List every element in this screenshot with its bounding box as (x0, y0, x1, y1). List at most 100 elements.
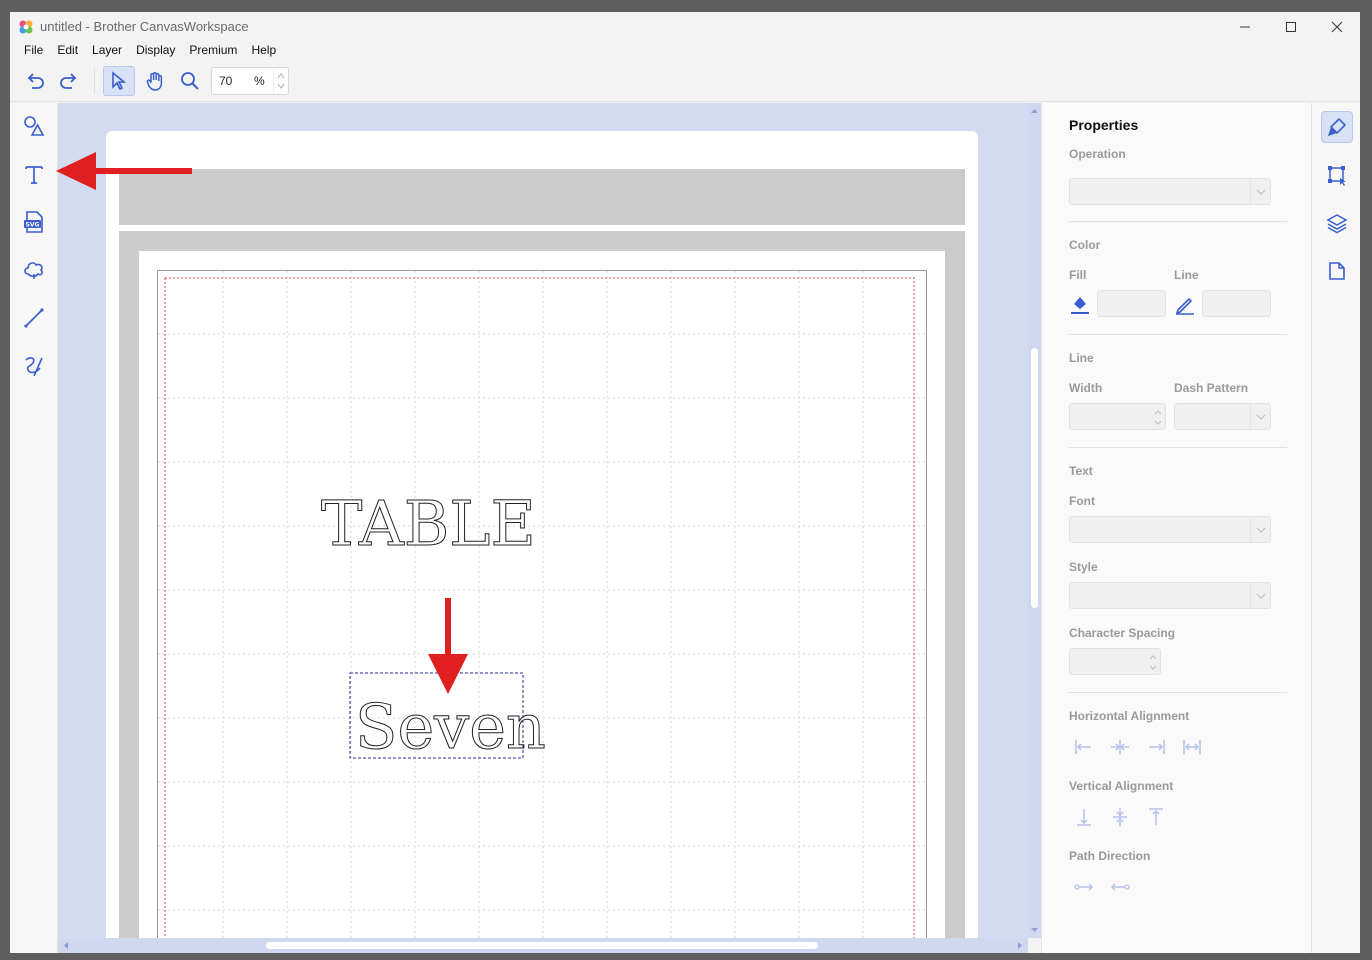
canvas-area[interactable]: TABLE Seven (58, 103, 1028, 938)
properties-tab-button[interactable] (1321, 111, 1353, 143)
line-color-swatch[interactable] (1202, 290, 1271, 317)
valign-top-button[interactable] (1145, 806, 1167, 828)
character-spacing-stepper[interactable] (1069, 648, 1161, 675)
fill-label: Fill (1069, 268, 1087, 282)
zoom-unit: % (254, 74, 265, 88)
chevron-down-icon (1256, 189, 1265, 195)
close-button[interactable] (1314, 12, 1360, 42)
valign-bottom-icon (1077, 809, 1091, 826)
divider (1069, 447, 1287, 448)
divider (1069, 692, 1287, 693)
line-section-label: Line (1069, 351, 1094, 365)
path-direction-reverse-button[interactable] (1109, 876, 1131, 898)
app-window: untitled - Brother CanvasWorkspace File … (10, 12, 1360, 953)
menu-file[interactable]: File (17, 42, 50, 62)
valign-bottom-button[interactable] (1073, 806, 1095, 828)
close-icon (1331, 21, 1343, 33)
dash-pattern-select[interactable] (1174, 403, 1271, 430)
scroll-right-icon[interactable] (1015, 938, 1025, 953)
svg-import-icon: SVG (24, 211, 43, 233)
dash-pattern-label: Dash Pattern (1174, 381, 1249, 395)
align-center-button[interactable] (1109, 736, 1131, 758)
vertical-scroll-thumb[interactable] (1031, 348, 1038, 608)
cloud-shape-tool-button[interactable] (19, 255, 49, 285)
path-direction-forward-button[interactable] (1073, 876, 1095, 898)
scroll-down-icon[interactable] (1028, 925, 1041, 935)
redo-button[interactable] (53, 66, 85, 96)
align-left-button[interactable] (1073, 736, 1095, 758)
operation-label: Operation (1069, 147, 1126, 161)
menu-edit[interactable]: Edit (50, 42, 85, 62)
undo-icon (27, 73, 44, 89)
title-bar: untitled - Brother CanvasWorkspace (10, 12, 1360, 42)
arrow-left-icon (1110, 883, 1130, 891)
minimize-button[interactable] (1222, 12, 1268, 42)
hand-tool-button[interactable] (139, 66, 171, 96)
fill-bucket-button[interactable] (1069, 293, 1091, 315)
menu-bar: File Edit Layer Display Premium Help (10, 42, 1360, 62)
undo-button[interactable] (19, 66, 51, 96)
align-justify-button[interactable] (1181, 736, 1203, 758)
minimize-icon (1240, 26, 1250, 28)
line-width-stepper[interactable] (1069, 403, 1166, 430)
scroll-up-icon[interactable] (1028, 106, 1041, 116)
freehand-icon (25, 357, 43, 377)
hand-icon (146, 72, 163, 91)
menu-premium[interactable]: Premium (182, 42, 244, 62)
menu-help[interactable]: Help (244, 42, 283, 62)
select-tool-button[interactable] (103, 66, 135, 96)
align-left-icon (1075, 740, 1091, 754)
text-tool-button[interactable] (19, 159, 49, 189)
mat-grid: TABLE Seven (158, 271, 926, 938)
layers-icon (1326, 214, 1348, 234)
shapes-tool-button[interactable] (19, 111, 49, 141)
font-select[interactable] (1069, 516, 1271, 543)
shapes-icon (24, 116, 45, 136)
left-toolbar: SVG (10, 103, 58, 953)
fill-color-swatch[interactable] (1097, 290, 1166, 317)
line-tool-button[interactable] (19, 303, 49, 333)
valign-middle-button[interactable] (1109, 806, 1131, 828)
cut-area-boundary (164, 277, 915, 938)
zoom-level-input[interactable]: 70 % (211, 67, 289, 95)
divider (1069, 334, 1287, 335)
align-right-button[interactable] (1145, 736, 1167, 758)
right-toolbar (1311, 103, 1360, 953)
character-spacing-label: Character Spacing (1069, 626, 1176, 640)
cutting-mat[interactable]: TABLE Seven (157, 270, 927, 938)
mat-header-area (119, 169, 965, 225)
chevron-down-icon (1256, 527, 1265, 533)
line-pen-button[interactable] (1174, 293, 1196, 315)
horizontal-scrollbar[interactable] (58, 938, 1028, 953)
zoom-icon (181, 72, 199, 90)
style-select[interactable] (1069, 582, 1271, 609)
zoom-tool-button[interactable] (174, 66, 206, 96)
properties-panel: Properties Operation Color Fill Line Lin… (1041, 103, 1311, 953)
svg-import-button[interactable]: SVG (19, 207, 49, 237)
canvas-text-seven[interactable]: Seven (355, 690, 547, 764)
color-label: Color (1069, 238, 1101, 252)
layers-tab-button[interactable] (1321, 207, 1353, 239)
transform-tab-button[interactable] (1321, 159, 1353, 191)
maximize-button[interactable] (1268, 12, 1314, 42)
properties-title: Properties (1069, 117, 1139, 133)
canvas-text-table[interactable]: TABLE (321, 487, 537, 561)
operation-select[interactable] (1069, 178, 1271, 205)
divider (1069, 221, 1287, 222)
maximize-icon (1286, 22, 1296, 32)
fill-bucket-icon (1071, 297, 1089, 314)
text-icon (25, 166, 43, 184)
chevron-down-icon (1256, 414, 1265, 420)
zoom-stepper[interactable] (273, 69, 287, 93)
chevron-down-icon (1256, 593, 1265, 599)
menu-display[interactable]: Display (129, 42, 182, 62)
main-toolbar: 70 % (10, 62, 1360, 102)
horizontal-scroll-thumb[interactable] (266, 942, 818, 949)
vertical-scrollbar[interactable] (1028, 103, 1041, 938)
valign-top-icon (1149, 808, 1163, 825)
freehand-tool-button[interactable] (19, 351, 49, 381)
menu-layer[interactable]: Layer (85, 42, 129, 62)
width-label: Width (1069, 381, 1103, 395)
page-tab-button[interactable] (1321, 255, 1353, 287)
scroll-left-icon[interactable] (61, 938, 71, 953)
